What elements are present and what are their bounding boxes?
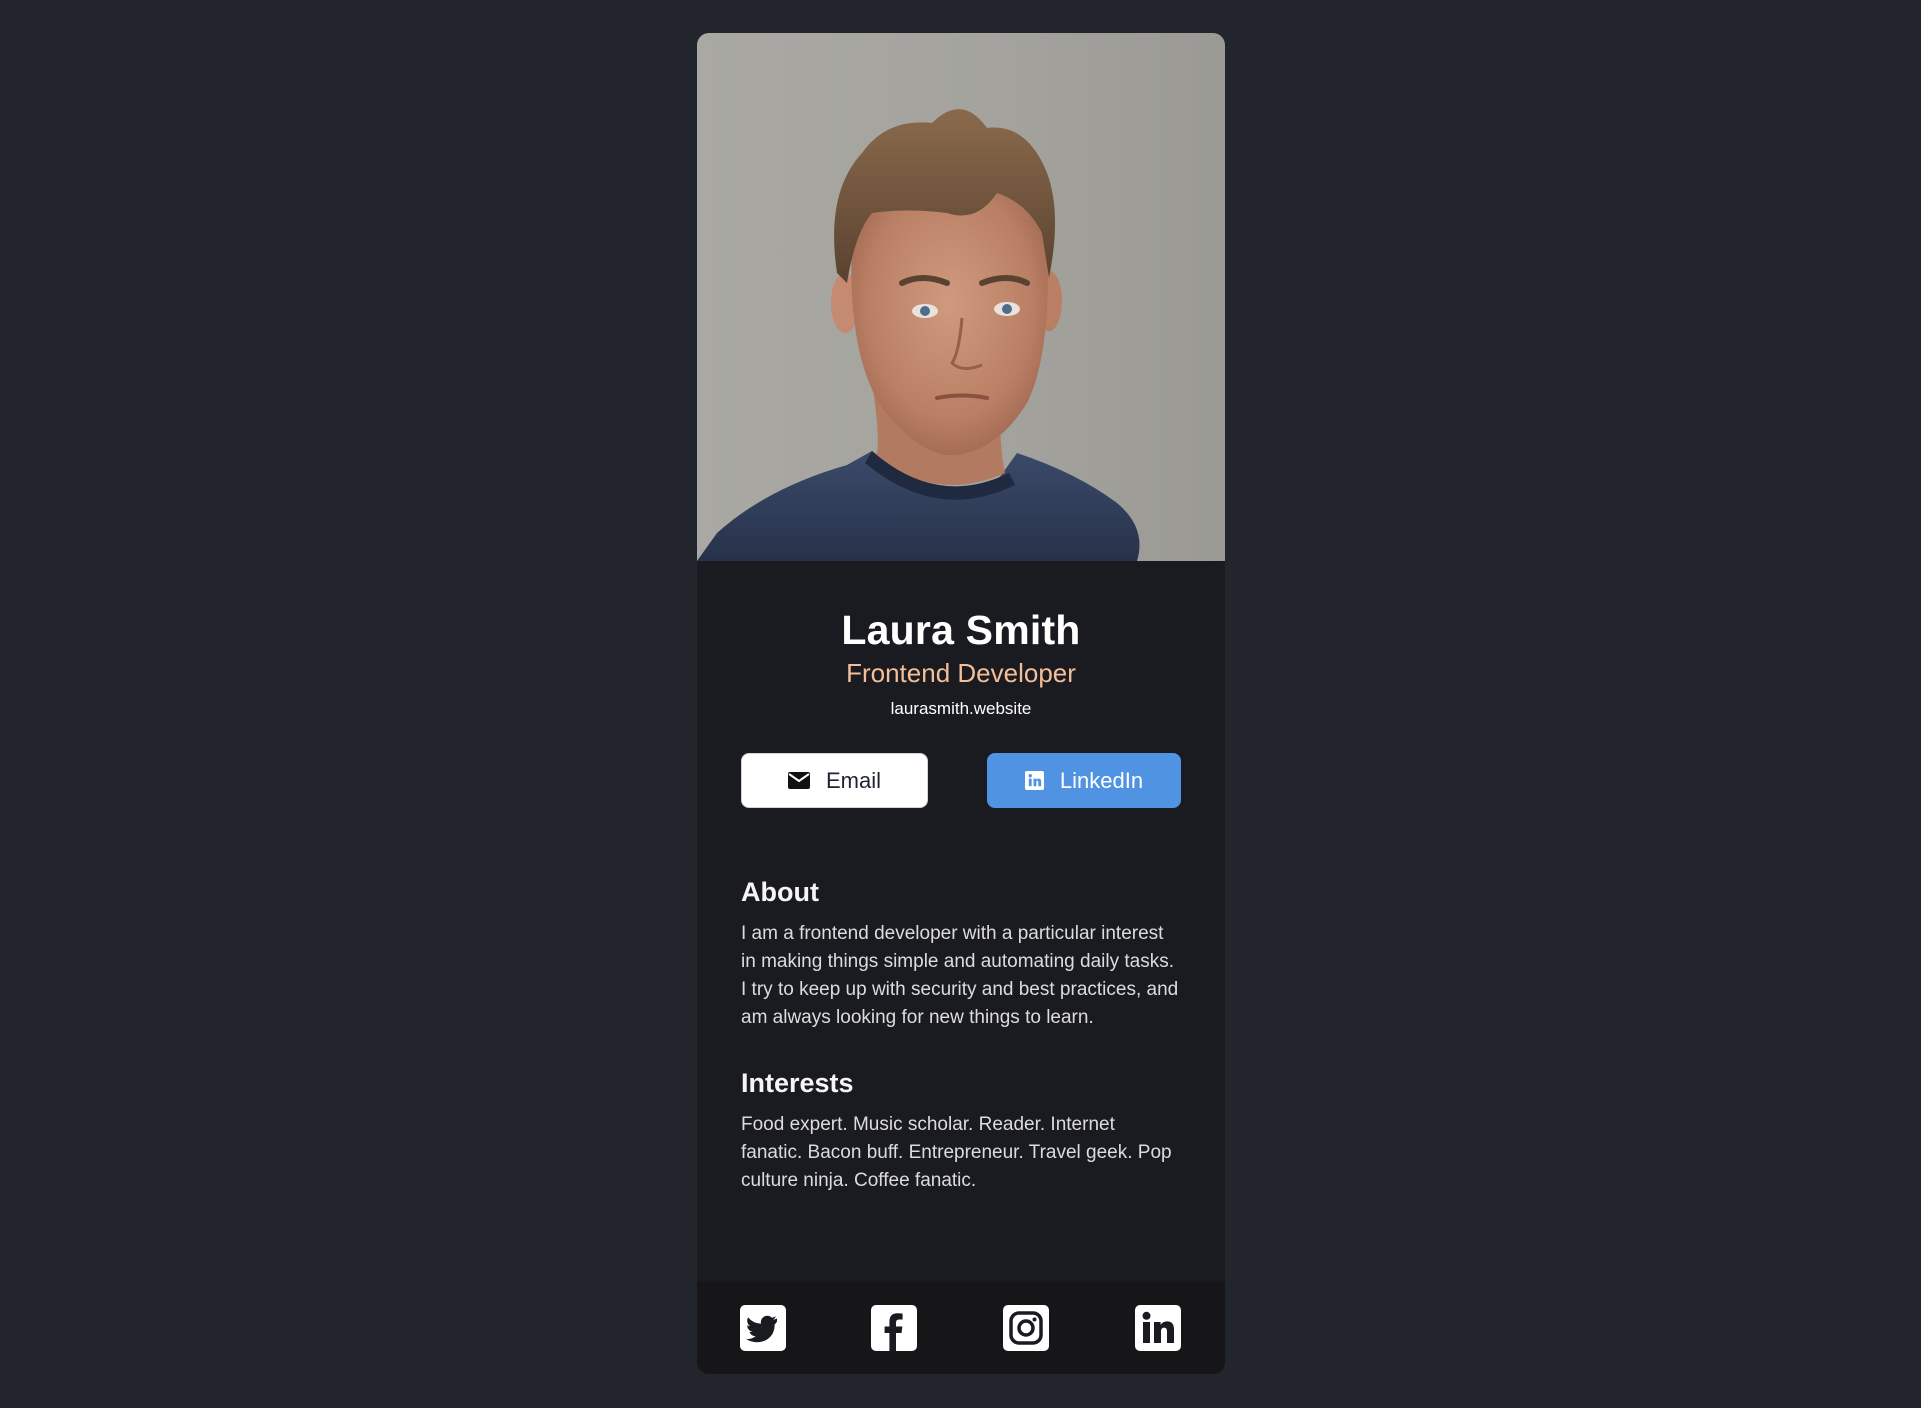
- facebook-icon[interactable]: [871, 1305, 917, 1351]
- profile-title: Frontend Developer: [846, 658, 1076, 688]
- profile-photo: [697, 33, 1225, 561]
- linkedin-footer-icon[interactable]: [1135, 1305, 1181, 1351]
- linkedin-icon: [1024, 771, 1044, 790]
- email-button[interactable]: Email: [741, 753, 928, 808]
- envelope-icon: [787, 772, 810, 789]
- contact-buttons: Email LinkedIn: [697, 753, 1225, 809]
- email-button-label: Email: [825, 767, 881, 793]
- linkedin-button[interactable]: LinkedIn: [987, 753, 1181, 808]
- instagram-icon[interactable]: [1003, 1305, 1049, 1351]
- social-footer: [697, 1282, 1225, 1374]
- about-text: I am a frontend developer with a particu…: [741, 923, 1179, 1028]
- profile-name: Laura Smith: [841, 607, 1081, 653]
- interests-heading: Interests: [741, 1068, 854, 1098]
- twitter-icon[interactable]: [740, 1305, 786, 1351]
- profile-website-link[interactable]: laurasmith.website: [697, 699, 1225, 719]
- linkedin-button-label: LinkedIn: [1059, 767, 1144, 793]
- interests-text: Food expert. Music scholar. Reader. Inte…: [741, 1114, 1172, 1191]
- profile-card: Laura Smith Frontend Developer laurasmit…: [697, 33, 1225, 1374]
- about-heading: About: [741, 877, 819, 907]
